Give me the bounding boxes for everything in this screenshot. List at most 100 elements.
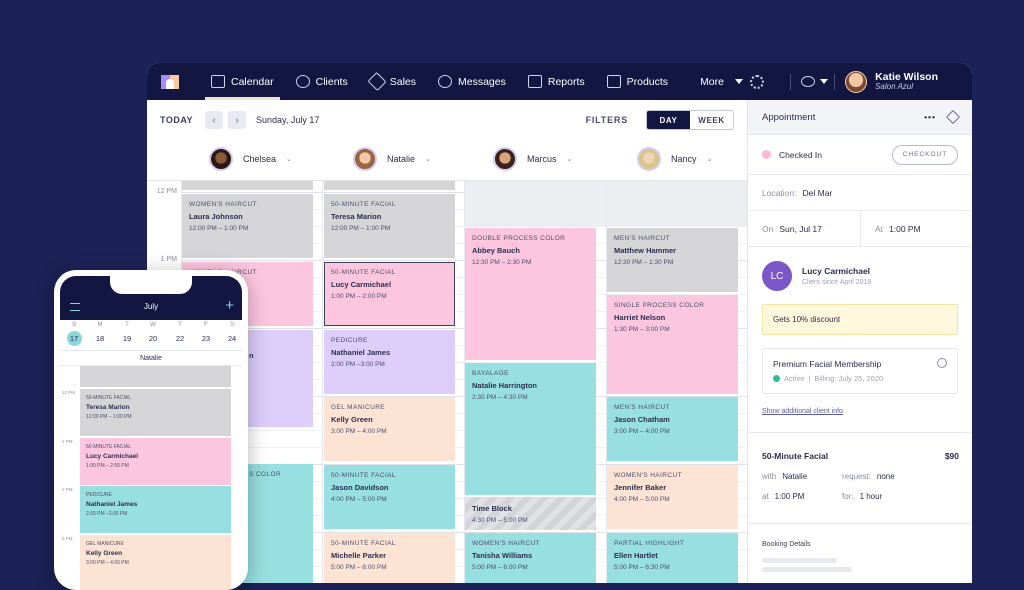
- appointment-card[interactable]: Pedicure Nathaniel James 2:00 PM –3:00 PM: [324, 330, 455, 394]
- mobile-day[interactable]: S 24: [222, 322, 242, 346]
- day-view-button[interactable]: DAY: [647, 111, 690, 129]
- booking-details: Booking Details: [748, 524, 972, 583]
- service-name: Single Process Color: [614, 302, 705, 309]
- appointment-card[interactable]: Bayalage Natalie Harrington 2:30 PM – 4:30…: [465, 363, 596, 495]
- client-name: Natalie Harrington: [472, 381, 538, 390]
- checkout-button[interactable]: CHECKOUT: [892, 144, 958, 165]
- appointment-card-selected[interactable]: 50-Minute Facial Lucy Carmichael 1:00 PM –…: [324, 262, 455, 326]
- appointment-block[interactable]: [80, 366, 231, 387]
- show-client-info-link[interactable]: Show additional client info: [762, 408, 958, 415]
- appointment-time: 1:00 PM – 2:00 PM: [86, 463, 129, 469]
- shopping-bag-icon: [606, 75, 621, 88]
- add-icon[interactable]: +: [225, 297, 234, 314]
- staff-nancy[interactable]: Nancy ⌄: [637, 147, 712, 171]
- service-name: 50-Minute Facial: [86, 444, 132, 450]
- avatar: [209, 147, 233, 171]
- appointment-card[interactable]: 50-Minute Facial Lucy Carmichael 1:00 PM –…: [80, 438, 231, 485]
- service-name: 50-Minute Facial: [331, 201, 396, 208]
- membership-card[interactable]: Premium Facial Membership Active | Billing…: [762, 348, 958, 394]
- nav-more[interactable]: More: [700, 63, 743, 100]
- mobile-header: July +: [60, 276, 242, 320]
- pencil-icon[interactable]: [945, 109, 961, 125]
- appointment-time: 2:30 PM – 4:30 PM: [472, 394, 528, 401]
- chevron-right-icon: ›: [235, 114, 239, 126]
- appointment-card[interactable]: Double Process Color Abbey Bauch 12:30 PM …: [465, 228, 596, 360]
- nav-label: Sales: [389, 75, 416, 88]
- mobile-day[interactable]: F 23: [196, 322, 216, 346]
- service-name: Bayalage: [472, 370, 509, 377]
- appointment-card[interactable]: Pedicure Nathaniel James 2:00 PM –3:00 PM: [80, 486, 231, 533]
- nav-messages[interactable]: Messages: [438, 63, 506, 100]
- start-time-value: 1:00 PM: [774, 492, 805, 501]
- appointment-card[interactable]: 50-Minute Facial Jason Davidson 4:00 PM – …: [324, 465, 455, 529]
- client-name: Nathaniel James: [86, 501, 138, 508]
- time-label: 3 PM: [62, 536, 73, 541]
- day-number: 17: [66, 331, 82, 346]
- chat-bubble-icon[interactable]: [801, 76, 816, 87]
- service-name: Pedicure: [86, 492, 112, 498]
- time-field[interactable]: At 1:00 PM: [861, 224, 921, 234]
- mobile-day[interactable]: W 20: [143, 322, 163, 346]
- date-time-row: On Sun, Jul 17 At 1:00 PM: [748, 210, 972, 247]
- staff-natalie[interactable]: Natalie ⌄: [353, 147, 431, 171]
- time-block[interactable]: Time Block 4:30 PM – 5:00 PM: [465, 497, 596, 530]
- week-view-button[interactable]: WEEK: [690, 111, 733, 129]
- user-menu[interactable]: Katie Wilson Salon Azul: [875, 71, 938, 91]
- appointment-block[interactable]: [182, 181, 313, 190]
- nav-sales[interactable]: Sales: [367, 63, 416, 100]
- appointment-block[interactable]: [324, 181, 455, 190]
- nav-products[interactable]: Products: [606, 63, 668, 100]
- appointment-time: 5:00 PM – 6:00 PM: [472, 564, 528, 571]
- mobile-day[interactable]: T 19: [117, 322, 137, 346]
- placeholder-line: [762, 558, 837, 563]
- day-letter: F: [204, 322, 208, 328]
- billing-date: Billing: July 25, 2020: [814, 374, 884, 383]
- staff-chelsea[interactable]: Chelsea ⌄: [209, 147, 292, 171]
- next-day-button[interactable]: ›: [228, 111, 247, 129]
- date-field[interactable]: On Sun, Jul 17: [748, 210, 861, 247]
- appointment-card[interactable]: Men's Haircut Matthew Hammer 12:30 PM – 1:…: [607, 228, 738, 292]
- brand-logo-icon[interactable]: [161, 74, 179, 89]
- appointment-card[interactable]: Gel Manicure Kelly Green 3:00 PM – 4:00 PM: [80, 535, 231, 590]
- mobile-staff-name[interactable]: Natalie: [60, 350, 242, 366]
- appointment-card[interactable]: Gel Manicure Kelly Green 3:00 PM – 4:00 PM: [324, 397, 455, 461]
- mobile-phone-mockup: July + S 17 M 18 T 19 W 20 T 22 F 23 S 24 Natal…: [54, 270, 248, 590]
- appointment-card[interactable]: Men's Haircut Jason Chatham 3:00 PM – 4:00…: [607, 397, 738, 461]
- panel-header: Appointment •••: [748, 100, 972, 135]
- mobile-day[interactable]: S 17: [64, 322, 84, 346]
- appointment-card[interactable]: 50-Minute Facial Teresa Marion 12:00 PM – …: [80, 389, 231, 436]
- staff-marcus[interactable]: Marcus ⌄: [493, 147, 572, 171]
- staff-name: Marcus: [527, 154, 557, 164]
- mobile-day[interactable]: T 22: [170, 322, 190, 346]
- appointment-card[interactable]: Women's Haircut Jennifer Baker 4:00 PM – 5…: [607, 465, 738, 529]
- chat-icon: [438, 75, 452, 88]
- user-avatar[interactable]: [845, 70, 868, 93]
- day-letter: M: [97, 322, 103, 328]
- today-button[interactable]: TODAY: [160, 115, 193, 125]
- client-name: Teresa Marion: [331, 212, 382, 221]
- divider: [790, 73, 792, 90]
- appointment-time: 12:00 PM – 1:00 PM: [331, 225, 391, 232]
- nav-right: Katie Wilson Salon Azul: [750, 63, 972, 100]
- chevron-down-icon: ⌄: [566, 156, 573, 163]
- appointment-card[interactable]: Women's Haircut Laura Johnson 12:00 PM – 1…: [182, 194, 313, 258]
- prev-day-button[interactable]: ‹: [205, 111, 224, 129]
- appointment-time: 4:00 PM – 5:00 PM: [614, 496, 670, 503]
- client-name: Lucy Carmichael: [802, 266, 871, 276]
- gear-icon[interactable]: [750, 74, 765, 89]
- mobile-day[interactable]: M 18: [90, 322, 110, 346]
- nav-calendar[interactable]: Calendar: [205, 63, 280, 100]
- staff-name: Chelsea: [243, 154, 277, 164]
- client-header[interactable]: LC Lucy Carmichael Client since April 20…: [762, 261, 958, 291]
- nav-clients[interactable]: Clients: [295, 63, 348, 100]
- view-toggle: DAY WEEK: [646, 110, 734, 130]
- on-label: On: [762, 223, 774, 234]
- active-dot-icon: [773, 375, 780, 382]
- caret-down-icon[interactable]: [820, 79, 829, 84]
- nav-reports[interactable]: Reports: [527, 63, 585, 100]
- appointment-time: 12:00 PM – 1:00 PM: [189, 225, 249, 232]
- filters-button[interactable]: FILTERS: [586, 115, 628, 125]
- appointment-card[interactable]: 50-Minute Facial Teresa Marion 12:00 PM – …: [324, 194, 455, 258]
- ellipsis-icon[interactable]: •••: [924, 112, 936, 122]
- appointment-card[interactable]: Single Process Color Harriet Nelson 1:30 P…: [607, 295, 738, 394]
